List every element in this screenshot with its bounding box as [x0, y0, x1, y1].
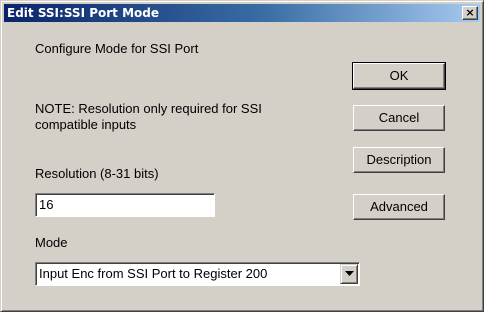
ok-button[interactable]: OK — [352, 62, 446, 90]
chevron-down-icon — [345, 271, 354, 276]
resolution-label: Resolution (8-31 bits) — [35, 166, 159, 181]
note-line-2: compatible inputs — [35, 117, 137, 132]
mode-select-value: Input Enc from SSI Port to Register 200 — [39, 266, 268, 281]
mode-select[interactable]: Input Enc from SSI Port to Register 200 — [35, 262, 360, 286]
mode-dropdown-button[interactable] — [340, 264, 358, 284]
close-button[interactable]: × — [462, 6, 478, 20]
close-icon: × — [465, 6, 475, 19]
resolution-value: 16 — [39, 197, 54, 212]
note-line-1: NOTE: Resolution only required for SSI — [35, 101, 262, 116]
cancel-button[interactable]: Cancel — [353, 105, 445, 131]
mode-label: Mode — [35, 235, 68, 250]
advanced-button[interactable]: Advanced — [353, 194, 445, 220]
configure-label: Configure Mode for SSI Port — [35, 41, 199, 56]
dialog-window: Edit SSI:SSI Port Mode × Configure Mode … — [0, 0, 484, 312]
title-bar[interactable]: Edit SSI:SSI Port Mode × — [4, 4, 480, 22]
window-title: Edit SSI:SSI Port Mode — [7, 6, 159, 20]
resolution-input[interactable]: 16 — [35, 193, 215, 217]
description-button[interactable]: Description — [353, 147, 445, 173]
